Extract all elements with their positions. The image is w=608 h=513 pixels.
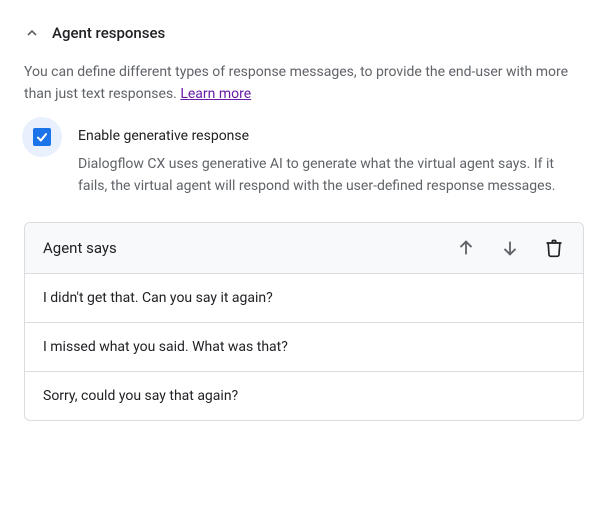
enable-generative-checkbox[interactable] [33, 128, 51, 146]
table-row[interactable]: I didn't get that. Can you say it again? [25, 274, 583, 323]
description-text: You can define different types of respon… [24, 64, 568, 102]
delete-icon[interactable] [543, 237, 565, 259]
checkbox-label: Enable generative response [78, 127, 584, 144]
move-up-icon[interactable] [455, 237, 477, 259]
table-row[interactable]: I missed what you said. What was that? [25, 323, 583, 372]
table-header-title: Agent says [43, 239, 117, 257]
learn-more-link[interactable]: Learn more [180, 86, 251, 102]
table-row[interactable]: Sorry, could you say that again? [25, 372, 583, 420]
section-title: Agent responses [52, 24, 165, 42]
move-down-icon[interactable] [499, 237, 521, 259]
section-description: You can define different types of respon… [24, 62, 584, 105]
checkbox-description: Dialogflow CX uses generative AI to gene… [78, 154, 584, 197]
agent-says-table: Agent says I [24, 222, 584, 421]
table-header: Agent says [25, 223, 583, 274]
collapse-icon[interactable] [24, 25, 40, 41]
